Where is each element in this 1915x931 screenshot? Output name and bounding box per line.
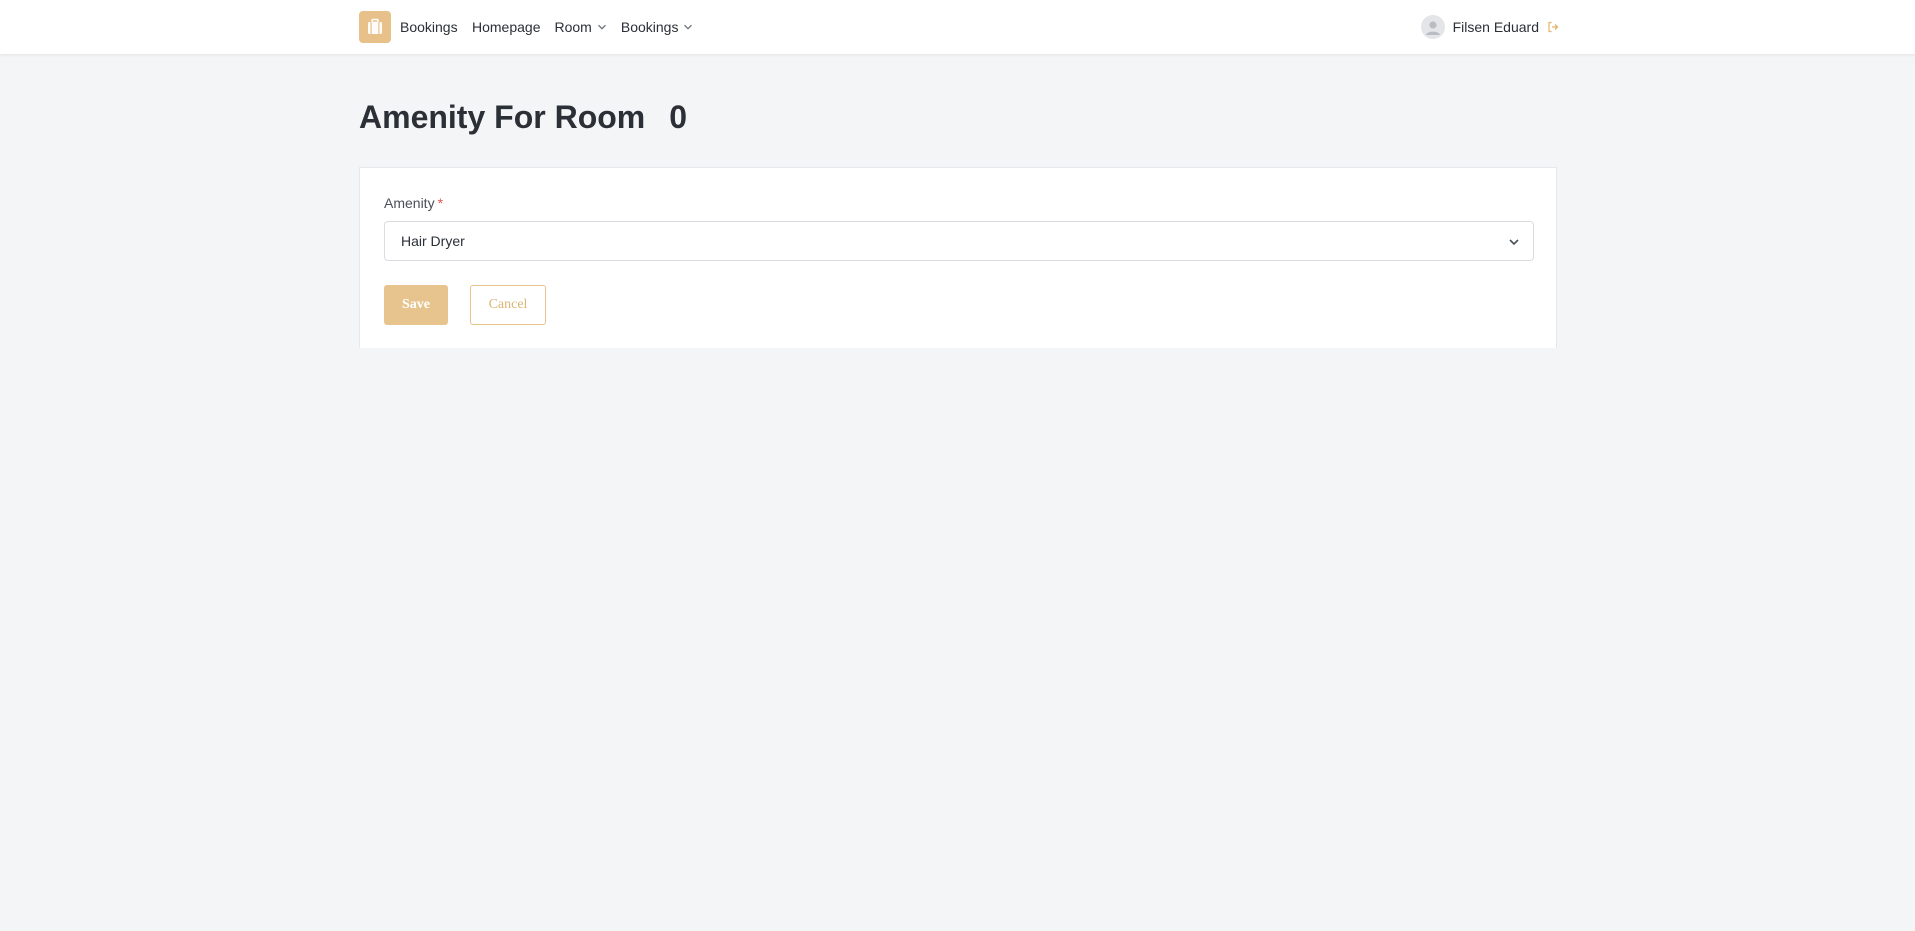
nav-room-dropdown[interactable]: Room	[555, 19, 607, 35]
page-title: Amenity For Room 0	[359, 92, 687, 142]
brand-name: Bookings	[400, 19, 458, 35]
amenity-form-card: Amenity * Hair Dryer Save Cancel	[359, 167, 1557, 348]
amenity-field-label: Amenity *	[384, 195, 443, 211]
brand-link[interactable]: Bookings	[359, 11, 458, 43]
amenity-label-text: Amenity	[384, 195, 435, 211]
nav-bookings-dropdown[interactable]: Bookings	[621, 19, 694, 35]
required-marker: *	[437, 195, 444, 211]
page-title-number: 0	[669, 98, 688, 135]
save-button[interactable]: Save	[384, 285, 448, 325]
page-title-text: Amenity For Room	[359, 98, 646, 135]
nav-room-label: Room	[554, 19, 592, 35]
nav-bookings-label: Bookings	[620, 19, 679, 35]
user-name[interactable]: Filsen Eduard	[1453, 19, 1539, 35]
main-nav: Homepage Room Bookings	[472, 0, 707, 54]
nav-homepage[interactable]: Homepage	[472, 19, 541, 35]
navbar-container: Bookings Homepage Room Bookings Filsen E…	[359, 0, 1559, 54]
amenity-select[interactable]: Hair Dryer	[384, 221, 1534, 261]
chevron-down-icon	[1508, 235, 1520, 253]
chevron-down-icon	[597, 19, 607, 35]
user-menu: Filsen Eduard	[1420, 0, 1559, 54]
sign-out-icon[interactable]	[1547, 21, 1559, 33]
briefcase-icon	[359, 11, 391, 43]
nav-homepage-label: Homepage	[472, 19, 541, 35]
chevron-down-icon	[683, 19, 693, 35]
user-avatar-icon[interactable]	[1420, 15, 1445, 39]
top-navbar: Bookings Homepage Room Bookings Filsen E…	[0, 0, 1915, 54]
cancel-button[interactable]: Cancel	[470, 285, 546, 325]
amenity-select-value: Hair Dryer	[401, 233, 465, 249]
